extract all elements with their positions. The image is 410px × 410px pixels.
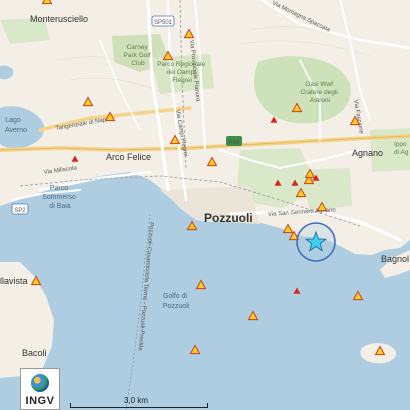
earthquake-triangle-icon[interactable] — [41, 0, 53, 5]
logo-text: INGV — [25, 395, 55, 407]
earthquake-triangle-solid-icon[interactable] — [293, 287, 301, 294]
map[interactable]: SP501 A56 SP2 Via Miliscola Via Campi Fl… — [0, 0, 410, 410]
scale-line — [70, 403, 208, 408]
shield-sp501: SP501 — [151, 15, 175, 27]
shield-sp2: SP2 — [11, 203, 29, 215]
earthquake-triangle-icon[interactable] — [189, 344, 201, 355]
earthquake-triangle-icon[interactable] — [247, 310, 259, 321]
earthquake-triangle-icon[interactable] — [352, 290, 364, 301]
place-label-bacoli: Bacoli — [22, 348, 47, 358]
place-label-arco-felice: Arco Felice — [106, 152, 151, 162]
epicenter[interactable] — [296, 222, 336, 262]
green-label-ippodromo: Ippo di Ag — [394, 141, 409, 156]
scale-bar: 3,0 km — [70, 396, 210, 410]
place-label-bagnoli: Bagnol — [381, 254, 409, 264]
road-label-ferry: Pozzuoli-Casamicciola Terme - Pozzuoli-P… — [137, 222, 154, 352]
place-label-vista: llavista — [0, 276, 28, 286]
place-label-monterusciello: Monterusciello — [30, 14, 88, 24]
ingv-logo: INGV — [20, 368, 60, 410]
svg-text:SP501: SP501 — [154, 20, 173, 26]
place-label-agnano: Agnano — [352, 148, 383, 158]
water-label-golfo-pozzuoli: Golfo di Pozzuoli — [163, 293, 190, 310]
svg-text:A56: A56 — [229, 140, 240, 146]
earthquake-triangle-icon[interactable] — [195, 279, 207, 290]
earthquake-triangle-icon[interactable] — [186, 220, 198, 231]
shield-a56: A56 — [226, 136, 242, 146]
svg-text:SP2: SP2 — [14, 208, 26, 214]
place-label-pozzuoli: Pozzuoli — [204, 211, 253, 225]
globe-icon — [31, 374, 49, 392]
